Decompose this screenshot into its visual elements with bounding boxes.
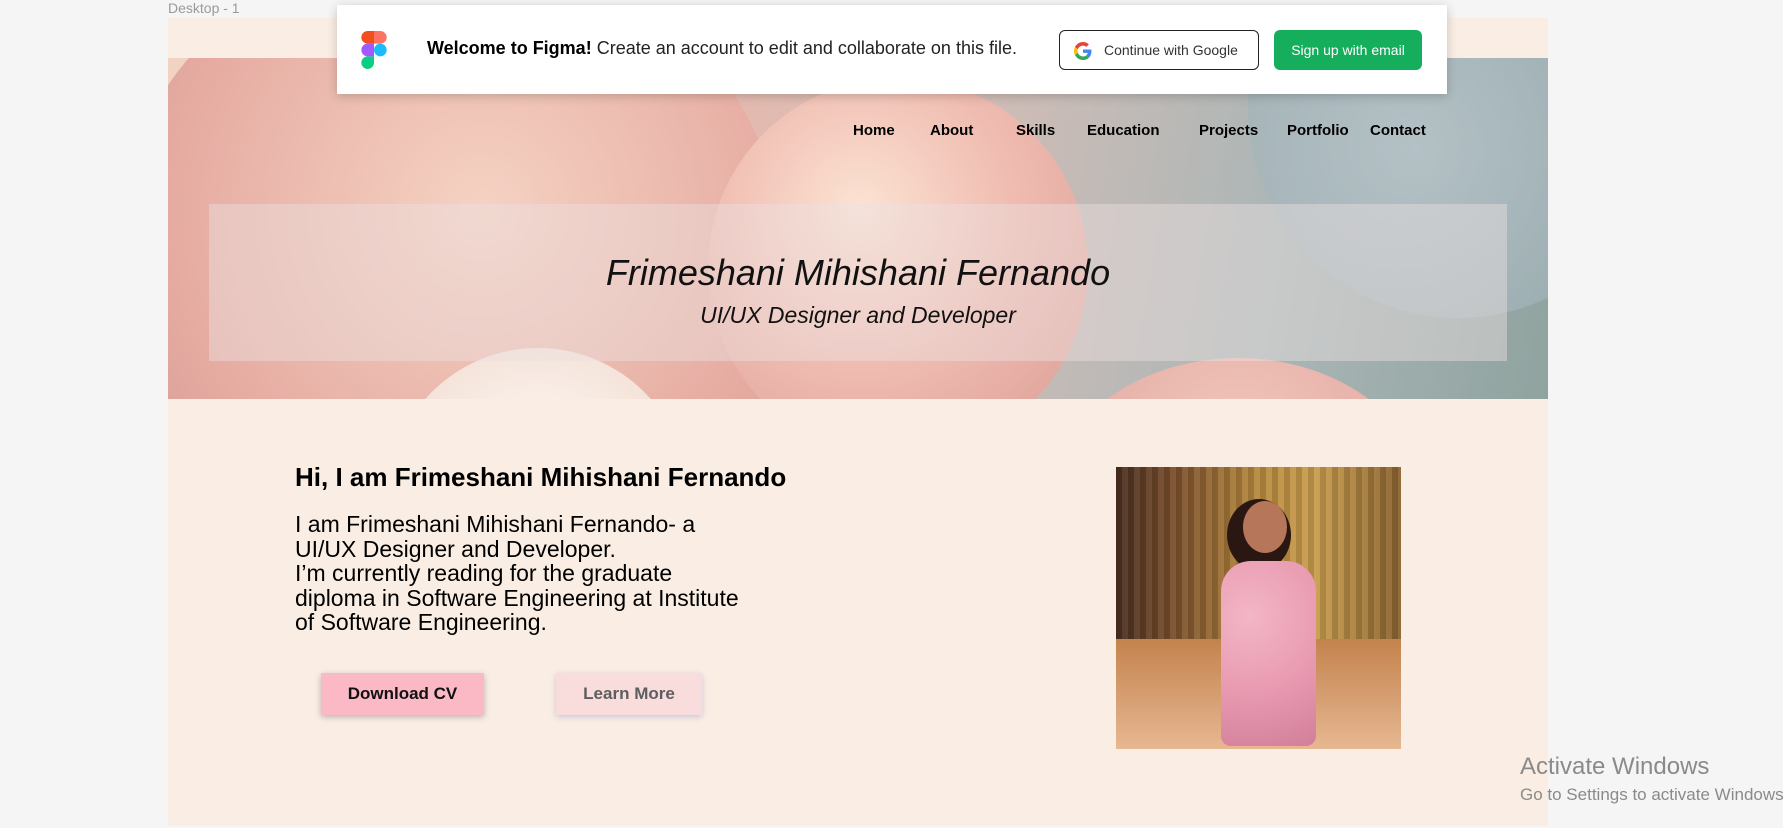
sign-up-email-button[interactable]: Sign up with email — [1274, 30, 1422, 70]
nav-portfolio[interactable]: Portfolio — [1287, 122, 1349, 139]
nav-projects[interactable]: Projects — [1199, 122, 1258, 139]
hero-background-shape — [1048, 358, 1428, 399]
download-cv-button[interactable]: Download CV — [321, 673, 484, 715]
banner-welcome: Welcome to Figma! — [427, 38, 592, 58]
desktop-frame: Home About Skills Education Projects Por… — [168, 18, 1548, 826]
about-greeting: Hi, I am Frimeshani Mihishani Fernando — [295, 462, 787, 492]
bio-line: I am Frimeshani Mihishani Fernando- a — [295, 511, 696, 537]
windows-activation-watermark: Activate Windows Go to Settings to activ… — [1520, 753, 1783, 805]
google-icon — [1074, 42, 1092, 60]
person-head — [1243, 501, 1287, 553]
continue-with-google-button[interactable]: Continue with Google — [1059, 30, 1259, 70]
banner-text: Create an account to edit and collaborat… — [591, 38, 1017, 58]
banner-message: Welcome to Figma! Create an account to e… — [427, 38, 1017, 59]
nav-home[interactable]: Home — [853, 122, 895, 139]
nav-about[interactable]: About — [930, 122, 973, 139]
nav-skills[interactable]: Skills — [1016, 122, 1055, 139]
main-nav: Home About Skills Education Projects Por… — [168, 122, 1548, 152]
bio-line: diploma in Software Engineering at Insti… — [295, 584, 739, 611]
nav-contact[interactable]: Contact — [1370, 122, 1426, 139]
hero-section: Home About Skills Education Projects Por… — [168, 58, 1548, 399]
figma-signup-banner: Welcome to Figma! Create an account to e… — [337, 5, 1447, 94]
frame-label: Desktop - 1 — [168, 0, 240, 16]
learn-more-button[interactable]: Learn More — [556, 673, 702, 715]
nav-education[interactable]: Education — [1087, 122, 1160, 139]
watermark-title: Activate Windows — [1520, 753, 1710, 780]
bio-line: of Software Engineering. — [295, 609, 547, 635]
about-bio: I am Frimeshani Mihishani Fernando- a UI… — [295, 512, 775, 635]
hero-title-box: Frimeshani Mihishani Fernando UI/UX Desi… — [209, 204, 1507, 361]
watermark-subtitle: Go to Settings to activate Windows. — [1520, 785, 1783, 804]
person-figure — [1221, 501, 1316, 749]
google-button-label: Continue with Google — [1104, 42, 1238, 58]
hero-name: Frimeshani Mihishani Fernando — [605, 252, 1111, 293]
profile-photo — [1116, 467, 1401, 749]
bio-line: I’m currently reading for the graduate — [295, 560, 673, 586]
person-dress — [1221, 561, 1316, 746]
bio-line: UI/UX Designer and Developer. — [295, 535, 616, 562]
figma-logo-icon — [361, 31, 387, 69]
hero-role: UI/UX Designer and Developer — [700, 302, 1016, 328]
